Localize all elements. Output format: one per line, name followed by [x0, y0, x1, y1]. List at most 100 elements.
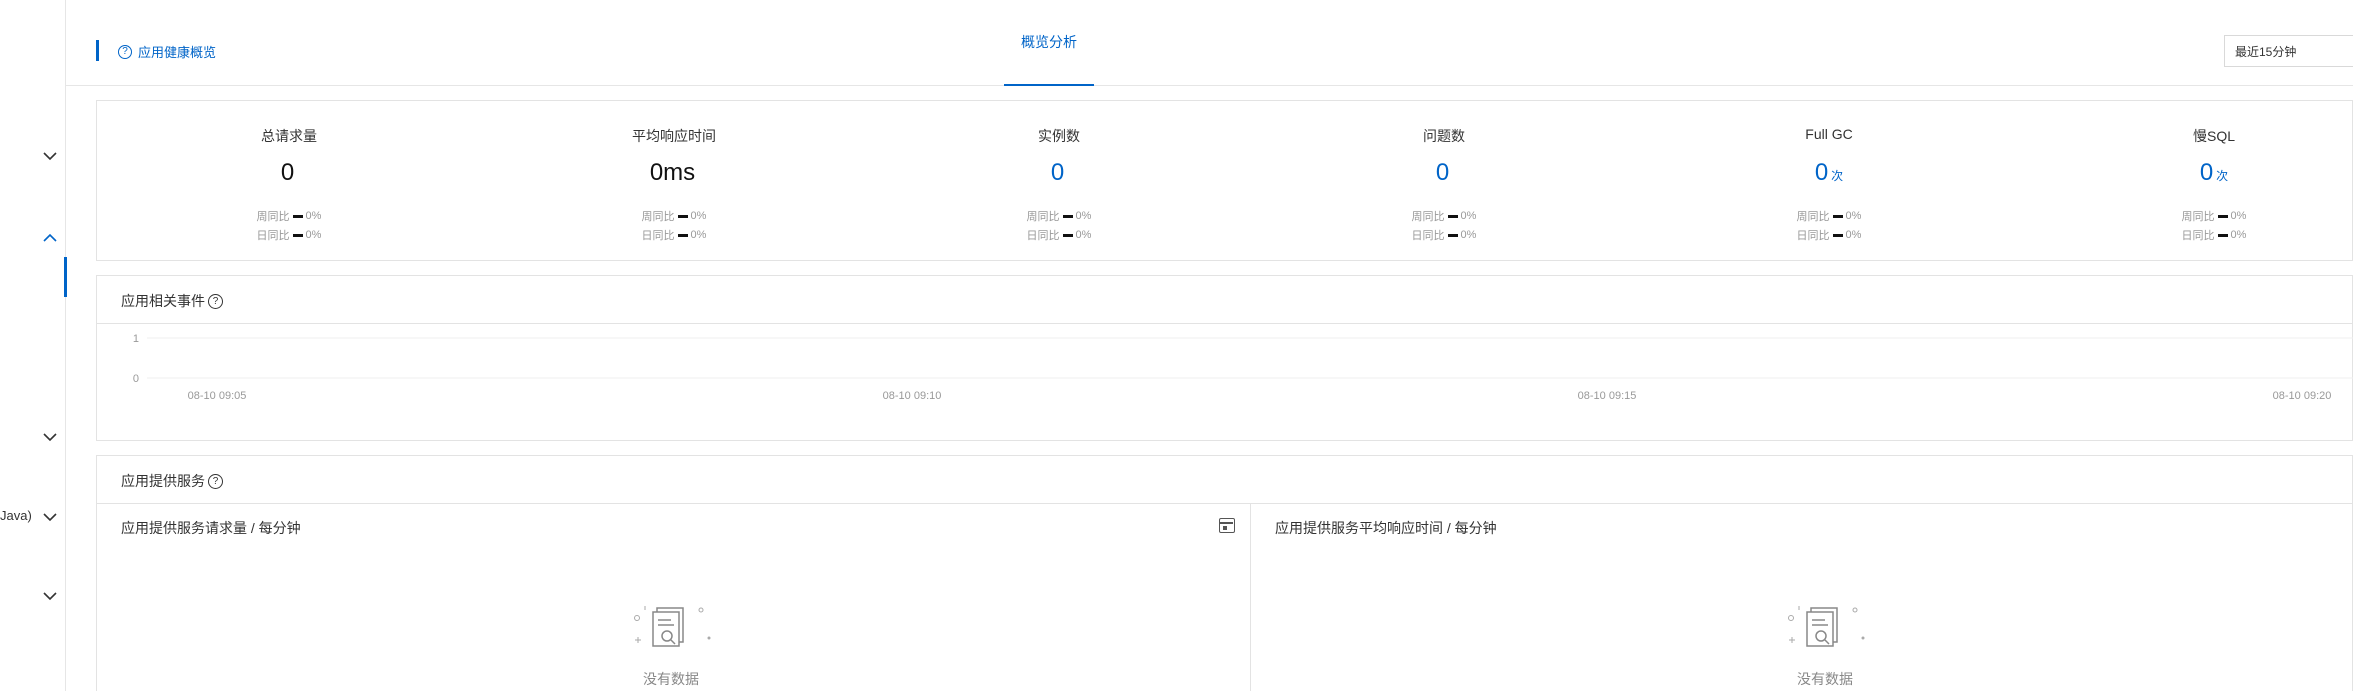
week-over-week-value: 0% [2230, 210, 2247, 222]
flat-trend-icon [1832, 233, 1843, 237]
tab-overview-analysis-label: 概览分析 [1021, 34, 1077, 50]
header-accent-bar [96, 40, 99, 61]
page-header: ? 应用健康概览 概览分析 最近15分钟 [66, 0, 2353, 86]
stat-label: Full GC [1805, 126, 1853, 142]
stat-card: 问题数 0 周同比 0% 日同比 0% [1344, 101, 1544, 262]
help-circle-icon: ? [118, 44, 132, 59]
x-tick-label: 08-10 09:20 [2273, 390, 2332, 402]
week-over-week: 周同比 0% [189, 208, 389, 224]
stat-unit: 次 [1831, 169, 1844, 183]
stat-label: 慢SQL [2192, 128, 2235, 144]
sidebar: Java) [0, 0, 67, 691]
week-over-week-label: 周同比 [1796, 211, 1830, 223]
flat-trend-icon [1447, 233, 1458, 237]
day-over-day-value: 0% [2230, 229, 2247, 241]
day-over-day-label: 日同比 [1411, 230, 1445, 242]
sidebar-active-indicator [64, 257, 67, 297]
stat-value-number: 0 [1050, 159, 1065, 186]
day-over-day: 日同比 0% [959, 227, 1159, 243]
week-over-week-label: 周同比 [1411, 211, 1445, 223]
services-title-text: 应用提供服务 [121, 473, 205, 489]
stat-value[interactable]: 0 [1344, 159, 1544, 187]
week-over-week: 周同比 0% [2114, 208, 2314, 224]
week-over-week-value: 0% [1460, 210, 1477, 222]
stat-card: 慢SQL 0 次周同比 0% 日同比 0% [2114, 101, 2314, 262]
day-over-day-value: 0% [690, 229, 707, 241]
stat-value-number: 0 [280, 159, 295, 186]
calendar-icon[interactable] [1219, 518, 1235, 533]
stat-value: 0ms [574, 159, 774, 187]
x-tick-label: 08-10 09:15 [1578, 390, 1637, 402]
day-over-day-value: 0% [305, 229, 322, 241]
stat-unit: 次 [2216, 169, 2229, 183]
week-over-week-value: 0% [1845, 210, 1862, 222]
day-over-day-label: 日同比 [1026, 230, 1060, 242]
chevron-down-icon[interactable] [41, 428, 59, 446]
week-over-week-label: 周同比 [641, 211, 675, 223]
day-over-day: 日同比 0% [1729, 227, 1929, 243]
week-over-week: 周同比 0% [1729, 208, 1929, 224]
time-range-select[interactable]: 最近15分钟 [2224, 35, 2353, 67]
day-over-day: 日同比 0% [189, 227, 389, 243]
stat-card: Full GC 0 次周同比 0% 日同比 0% [1729, 101, 1929, 262]
services-panel: 应用提供服务 ? 应用提供服务请求量 / 每分钟 没有数据 应用提供服务平均响应… [96, 455, 2353, 691]
chevron-down-icon[interactable] [41, 587, 59, 605]
app-health-overview-label: 应用健康概览 [138, 45, 217, 60]
stat-value[interactable]: 0 [959, 159, 1159, 187]
events-panel-title: 应用相关事件 ? [121, 291, 223, 311]
app-health-overview-link[interactable]: ? 应用健康概览 [118, 42, 216, 61]
chevron-down-icon[interactable] [41, 508, 59, 526]
help-circle-icon[interactable]: ? [208, 293, 223, 309]
day-over-day-value: 0% [1460, 229, 1477, 241]
day-over-day: 日同比 0% [1344, 227, 1544, 243]
chevron-down-icon[interactable] [41, 147, 59, 165]
week-over-week-label: 周同比 [1026, 211, 1060, 223]
stat-value: 0 [189, 159, 389, 187]
help-circle-icon[interactable]: ? [208, 473, 223, 489]
day-over-day-label: 日同比 [2181, 230, 2215, 242]
stat-value-number: 0ms [649, 159, 696, 186]
no-data-placeholder: 没有数据 [1765, 604, 1885, 689]
events-panel: 应用相关事件 ? 1 0 08-10 09:05 08-10 09:10 08-10 0… [96, 275, 2353, 441]
stat-card: 平均响应时间 0ms 周同比 0% 日同比 0% [574, 101, 774, 262]
stat-value[interactable]: 0次 [1729, 159, 1929, 187]
stat-label: 平均响应时间 [632, 128, 716, 144]
week-over-week: 周同比 0% [959, 208, 1159, 224]
day-over-day-label: 日同比 [256, 230, 290, 242]
day-over-day-value: 0% [1845, 229, 1862, 241]
stat-value-number: 0 [1814, 159, 1829, 186]
stat-label: 总请求量 [261, 128, 317, 144]
no-data-placeholder: 没有数据 [611, 604, 731, 689]
week-over-week: 周同比 0% [574, 208, 774, 224]
stats-panel: 总请求量 0 周同比 0% 日同比 0% 平均响应时间 0ms 周同比 0% 日同比 0% 实例数 0 周同… [96, 100, 2353, 261]
week-over-week-value: 0% [305, 210, 322, 222]
tab-overview-analysis[interactable]: 概览分析 [1004, 0, 1094, 86]
week-over-week: 周同比 0% [1344, 208, 1544, 224]
no-data-text: 没有数据 [1797, 671, 1853, 687]
service-response-time-chart-panel: 应用提供服务平均响应时间 / 每分钟 没有数据 [1251, 504, 2353, 691]
service-response-time-title: 应用提供服务平均响应时间 / 每分钟 [1275, 520, 1497, 536]
week-over-week-value: 0% [690, 210, 707, 222]
flat-trend-icon [292, 214, 303, 218]
empty-document-icon [1788, 606, 1865, 647]
flat-trend-icon [677, 214, 688, 218]
x-tick-label: 08-10 09:05 [188, 390, 247, 402]
day-over-day-label: 日同比 [641, 230, 675, 242]
week-over-week-label: 周同比 [256, 211, 290, 223]
flat-trend-icon [1062, 233, 1073, 237]
sidebar-item-partial-label[interactable]: Java) [0, 508, 32, 523]
stat-label: 实例数 [1038, 128, 1080, 144]
chevron-up-icon[interactable] [41, 228, 59, 246]
day-over-day-label: 日同比 [1796, 230, 1830, 242]
day-over-day-value: 0% [1075, 229, 1092, 241]
events-chart: 1 0 08-10 09:05 08-10 09:10 08-10 09:15 08-10… [133, 333, 2353, 402]
flat-trend-icon [1447, 214, 1458, 218]
stat-card: 实例数 0 周同比 0% 日同比 0% [959, 101, 1159, 262]
stat-value[interactable]: 0次 [2114, 159, 2314, 187]
flat-trend-icon [677, 233, 688, 237]
flat-trend-icon [2217, 233, 2228, 237]
flat-trend-icon [2217, 214, 2228, 218]
flat-trend-icon [1832, 214, 1843, 218]
flat-trend-icon [292, 233, 303, 237]
services-panel-title: 应用提供服务 ? [121, 471, 223, 491]
